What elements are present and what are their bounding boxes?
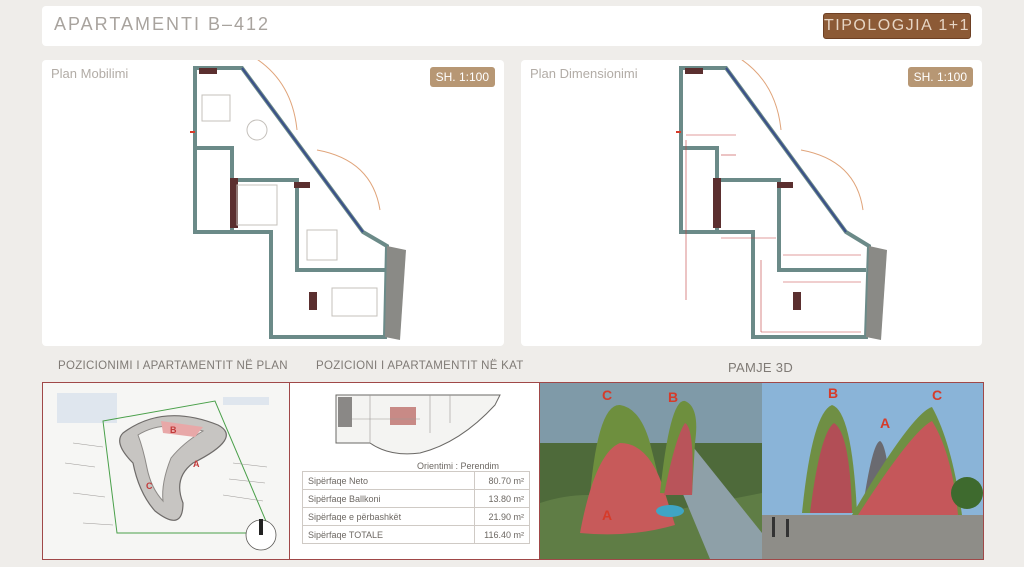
render2-label-a: A [880,415,891,431]
floor-key-plan [335,394,501,455]
area-label: Sipërfaqe e përbashkët [302,507,475,526]
site-plan-map [57,393,277,551]
area-label: Sipërfaqe Neto [302,471,475,490]
render2-label-c: C [932,387,943,403]
apartment-title: APARTAMENTI B–412 [54,14,271,34]
render1-label-a: A [602,507,613,523]
area-table: Sipërfaqe Neto 80.70 m² Sipërfaqe Ballkon… [302,471,530,544]
render1-label-c: C [602,387,613,403]
furnished-plan-panel: Plan Mobilimi SH. 1:100 [42,60,504,346]
header-bar: APARTAMENTI B–412 TIPOLOGJIA 1+1 [42,6,982,46]
table-row: Sipërfaqe Neto 80.70 m² [302,471,530,490]
render-street-cell: B A C [762,383,983,559]
typology-badge: TIPOLOGJIA 1+1 [823,13,971,39]
dimension-floor-plan [676,60,887,340]
site-plan-cell: B A C [43,383,290,559]
area-value: 80.70 m² [474,471,530,490]
render-street-image [762,383,983,559]
orientation-label: Orientimi [417,461,454,471]
section-title-position-plan: POZICIONIMI I APARTAMENTIT NË PLAN [58,360,288,372]
area-value: 116.40 m² [474,525,530,544]
area-label: Sipërfaqe TOTALE [302,525,475,544]
dimension-plan-panel: Plan Dimensionimi SH. 1:100 [521,60,982,346]
orientation-value: Perendim [460,461,500,471]
area-label: Sipërfaqe Ballkoni [302,489,475,508]
site-label-b: B [170,425,177,435]
site-label-c: C [146,481,153,491]
section-title-position-floor: POZICIONI I APARTAMENTIT NË KAT [316,360,524,372]
render-aerial-cell: C B A [540,383,762,559]
orientation-text: Orientimi : Perendim [417,461,500,471]
table-row: Sipërfaqe e përbashkët 21.90 m² [302,507,530,526]
table-row: Sipërfaqe TOTALE 116.40 m² [302,525,530,544]
render1-label-b: B [668,389,679,405]
table-row: Sipërfaqe Ballkoni 13.80 m² [302,489,530,508]
site-label-a: A [193,459,200,469]
area-value: 21.90 m² [474,507,530,526]
render-aerial-image [540,383,762,559]
floor-position-cell: Orientimi : Perendim Sipërfaqe Neto 80.70… [290,383,540,559]
area-value: 13.80 m² [474,489,530,508]
furnished-floor-plan [190,60,406,340]
bottom-panel: B A C Orientimi : Perendim Sipërfaqe Net… [42,382,984,560]
render2-label-b: B [828,385,839,401]
section-title-view3d: PAMJE 3D [728,360,794,375]
